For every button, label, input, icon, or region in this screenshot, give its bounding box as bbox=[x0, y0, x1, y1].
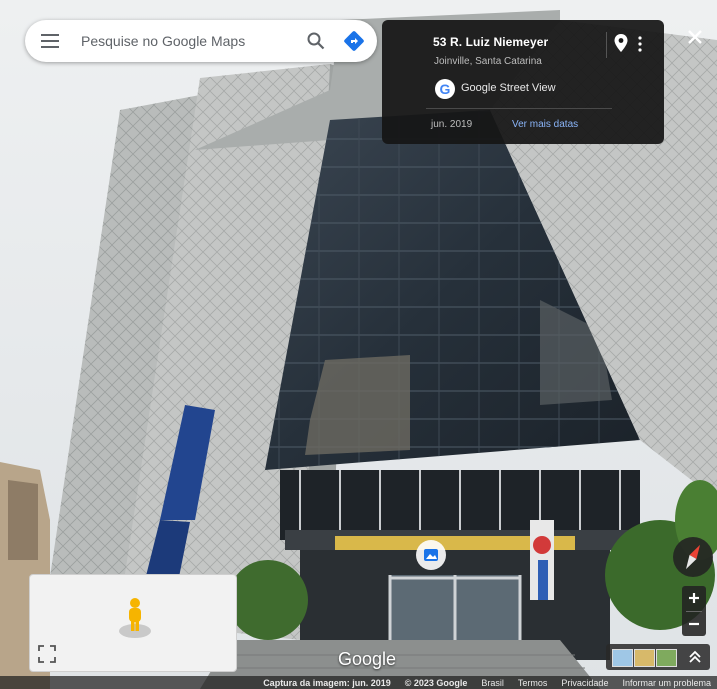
close-icon[interactable] bbox=[682, 24, 708, 50]
zoom-out-button[interactable] bbox=[682, 612, 706, 636]
capture-info: Captura da imagem: jun. 2019 bbox=[263, 677, 391, 688]
zoom-in-button[interactable] bbox=[682, 586, 706, 610]
google-logo-icon: G bbox=[435, 79, 455, 99]
map-pin-icon[interactable] bbox=[614, 34, 628, 52]
more-vert-icon[interactable] bbox=[636, 35, 644, 53]
directions-icon bbox=[344, 31, 364, 51]
search-input[interactable] bbox=[75, 21, 297, 61]
zoom-control bbox=[682, 586, 706, 636]
attribution-footer: Captura da imagem: jun. 2019 © 2023 Goog… bbox=[0, 676, 717, 689]
minimap[interactable] bbox=[29, 574, 237, 672]
address-title: 53 R. Luiz Niemeyer bbox=[433, 35, 549, 49]
photo-thumbnail[interactable] bbox=[634, 649, 655, 667]
street-view-label: Google Street View bbox=[461, 82, 556, 94]
hamburger-menu-icon[interactable] bbox=[25, 20, 75, 62]
search-bar bbox=[25, 20, 377, 62]
capture-date: jun. 2019 bbox=[431, 119, 473, 130]
footer-link-country[interactable]: Brasil bbox=[481, 678, 504, 688]
footer-link-privacy[interactable]: Privacidade bbox=[561, 678, 608, 688]
more-dates-link[interactable]: Ver mais datas bbox=[512, 119, 578, 130]
photo-thumbnail-strip bbox=[606, 644, 710, 670]
divider bbox=[426, 108, 612, 109]
footer-link-report[interactable]: Informar um problema bbox=[622, 678, 711, 688]
search-icon bbox=[307, 32, 325, 50]
address-city: Joinville, Santa Catarina bbox=[434, 56, 542, 67]
panorama-marker[interactable] bbox=[416, 540, 446, 570]
copyright: © 2023 Google bbox=[404, 677, 468, 688]
photo-icon bbox=[424, 549, 438, 561]
compass-button[interactable] bbox=[673, 537, 713, 577]
street-view-info-card: 53 R. Luiz Niemeyer Joinville, Santa Cat… bbox=[382, 20, 664, 144]
chevron-up-icon[interactable] bbox=[686, 648, 704, 666]
footer-link-terms[interactable]: Termos bbox=[518, 678, 548, 688]
fullscreen-icon[interactable] bbox=[36, 643, 58, 665]
divider bbox=[606, 32, 607, 58]
directions-button[interactable] bbox=[335, 20, 373, 62]
pegman-icon bbox=[119, 598, 151, 638]
google-watermark: Google bbox=[338, 649, 397, 669]
compass-icon bbox=[686, 544, 700, 570]
photo-thumbnail[interactable] bbox=[612, 649, 633, 667]
photo-thumbnail[interactable] bbox=[656, 649, 677, 667]
search-button[interactable] bbox=[297, 20, 335, 62]
